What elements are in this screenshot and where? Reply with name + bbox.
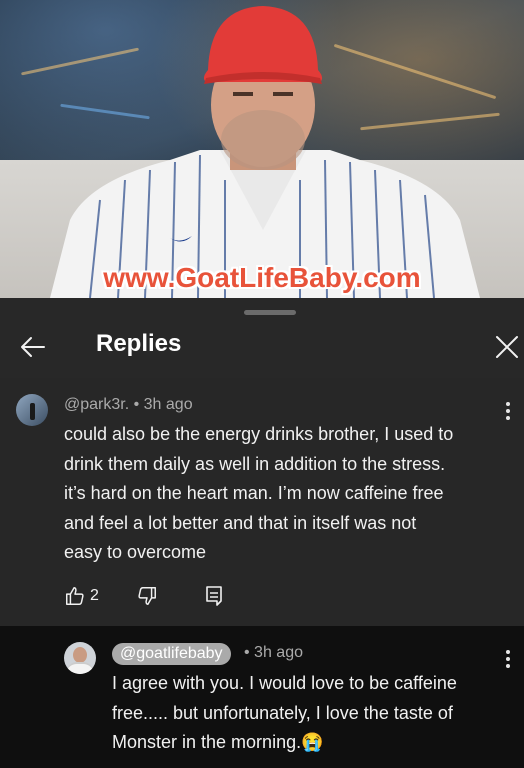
comment-meta: @park3r. • 3h ago — [64, 396, 193, 413]
parent-comment: @park3r. • 3h ago could also be the ener… — [0, 378, 524, 626]
close-button[interactable] — [492, 332, 522, 362]
dislike-button[interactable] — [136, 584, 158, 608]
reply-comment: @goatlifebaby • 3h ago I agree with you.… — [0, 626, 524, 768]
thumb-down-icon — [138, 587, 156, 605]
more-options-button[interactable] — [505, 650, 511, 668]
like-button[interactable]: 2 — [64, 584, 99, 608]
video-player[interactable]: www.GoatLifeBaby.com — [0, 0, 524, 298]
reply-icon — [206, 586, 222, 606]
comment-author[interactable]: @park3r. — [64, 396, 129, 413]
reply-button[interactable] — [204, 584, 224, 608]
reply-meta: • 3h ago — [244, 644, 303, 661]
reply-time: 3h ago — [254, 644, 303, 661]
more-vert-icon — [506, 650, 510, 654]
thumb-up-icon — [66, 587, 84, 605]
comment-time: 3h ago — [143, 396, 193, 413]
panel-title: Replies — [96, 330, 182, 357]
back-button[interactable] — [16, 330, 50, 364]
close-icon — [496, 336, 518, 358]
creator-badge-author[interactable]: @goatlifebaby — [112, 643, 231, 665]
drag-handle[interactable] — [244, 310, 296, 315]
arrow-left-icon — [21, 337, 45, 357]
avatar[interactable] — [16, 394, 48, 426]
avatar[interactable] — [64, 642, 96, 674]
video-overlay-url: www.GoatLifeBaby.com — [103, 262, 421, 293]
comment-text: could also be the energy drinks brother,… — [64, 424, 454, 562]
panel-header: Replies — [0, 318, 524, 376]
more-vert-icon — [506, 402, 510, 406]
comment-actions: 2 — [64, 584, 264, 608]
replies-panel: Replies @park3r. • 3h ago could also be … — [0, 298, 524, 768]
like-count: 2 — [90, 587, 99, 604]
person-image — [50, 6, 480, 298]
more-options-button[interactable] — [505, 402, 511, 420]
reply-text: I agree with you. I would love to be caf… — [112, 673, 457, 752]
